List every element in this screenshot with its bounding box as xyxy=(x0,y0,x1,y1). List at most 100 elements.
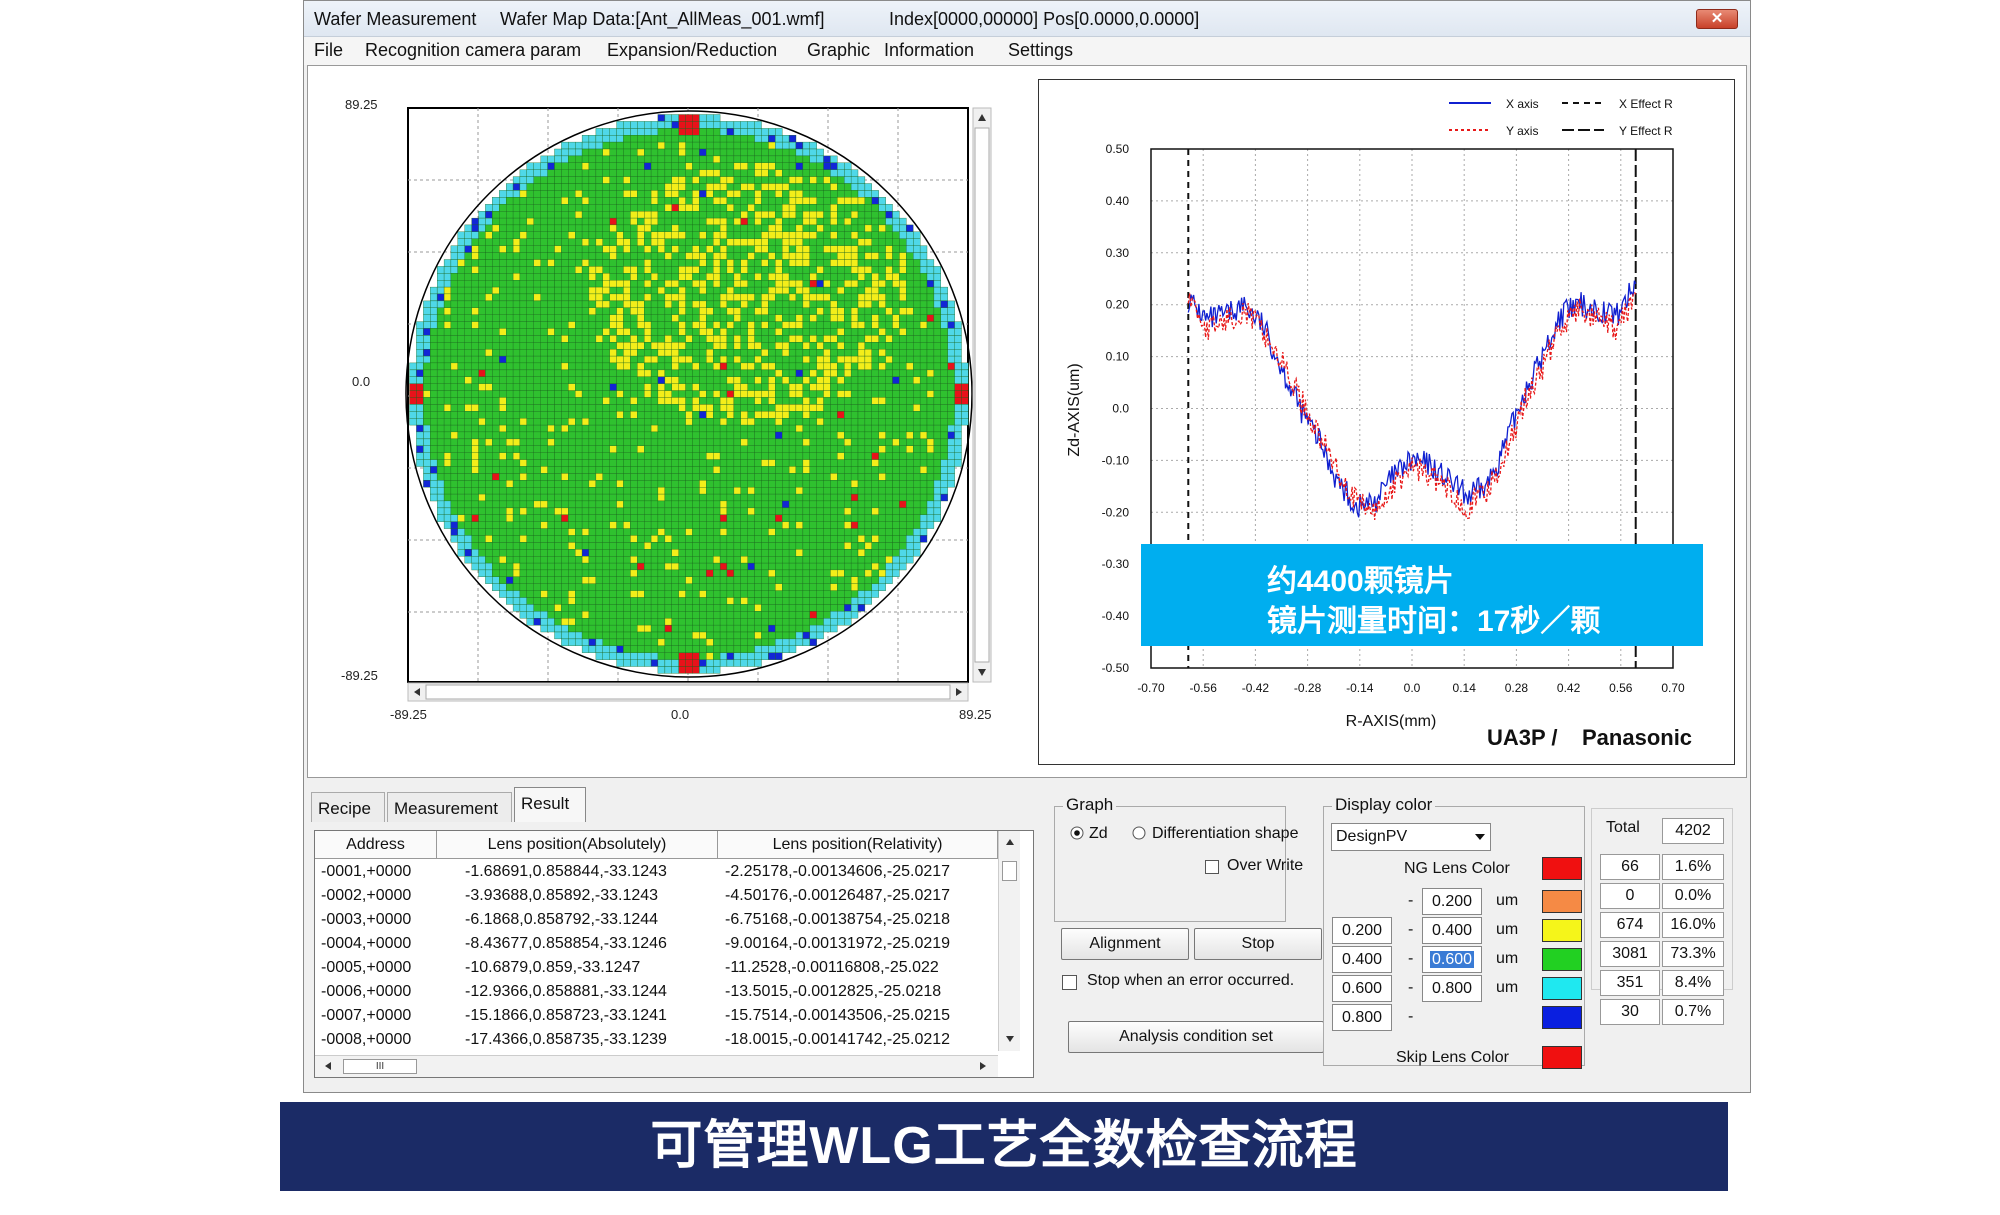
wafer-die-cell[interactable] xyxy=(857,604,866,612)
wafer-die-cell[interactable] xyxy=(899,431,907,439)
wafer-die-cell[interactable] xyxy=(554,266,562,274)
wafer-die-cell[interactable] xyxy=(588,466,596,474)
wafer-die-cell[interactable] xyxy=(768,197,776,205)
wafer-die-cell[interactable] xyxy=(637,217,645,226)
wafer-die-cell[interactable] xyxy=(609,611,617,619)
wafer-die-cell[interactable] xyxy=(740,217,748,226)
wafer-die-cell[interactable] xyxy=(609,217,617,226)
wafer-die-cell[interactable] xyxy=(899,562,907,571)
wafer-die-cell[interactable] xyxy=(850,542,859,550)
wafer-die-cell[interactable] xyxy=(706,300,714,308)
wafer-die-cell[interactable] xyxy=(782,307,790,315)
wafer-die-cell[interactable] xyxy=(719,424,728,433)
wafer-die-cell[interactable] xyxy=(512,176,521,184)
wafer-die-cell[interactable] xyxy=(657,355,665,364)
wafer-die-cell[interactable] xyxy=(871,487,879,495)
wafer-die-cell[interactable] xyxy=(823,556,831,564)
wafer-die-cell[interactable] xyxy=(588,342,596,350)
wafer-die-cell[interactable] xyxy=(913,452,921,460)
wafer-die-cell[interactable] xyxy=(657,335,665,343)
wafer-die-cell[interactable] xyxy=(706,231,714,239)
wafer-die-cell[interactable] xyxy=(740,293,748,301)
wafer-die-cell[interactable] xyxy=(816,245,824,253)
wafer-die-cell[interactable] xyxy=(492,493,500,502)
wafer-die-cell[interactable] xyxy=(602,273,610,281)
wafer-die-cell[interactable] xyxy=(761,493,769,502)
wafer-die-cell[interactable] xyxy=(630,397,638,405)
wafer-die-cell[interactable] xyxy=(450,286,458,295)
wafer-die-cell[interactable] xyxy=(754,576,762,584)
wafer-die-cell[interactable] xyxy=(581,431,590,439)
wafer-die-cell[interactable] xyxy=(616,528,624,536)
wafer-die-cell[interactable] xyxy=(857,328,866,336)
wafer-die-cell[interactable] xyxy=(809,514,817,522)
wafer-die-cell[interactable] xyxy=(782,583,790,591)
wafer-die-cell[interactable] xyxy=(637,438,645,446)
wafer-die-cell[interactable] xyxy=(588,528,596,536)
wafer-die-cell[interactable] xyxy=(478,217,486,226)
wafer-die-cell[interactable] xyxy=(926,514,935,522)
wafer-die-cell[interactable] xyxy=(602,569,610,577)
wafer-die-cell[interactable] xyxy=(595,190,603,198)
wafer-die-cell[interactable] xyxy=(740,224,748,232)
wafer-die-cell[interactable] xyxy=(492,487,500,495)
wafer-die-cell[interactable] xyxy=(913,459,921,467)
wafer-die-cell[interactable] xyxy=(768,376,776,384)
wafer-die-cell[interactable] xyxy=(492,535,500,543)
wafer-die-cell[interactable] xyxy=(871,466,879,474)
wafer-die-cell[interactable] xyxy=(768,307,776,315)
wafer-die-cell[interactable] xyxy=(906,245,914,253)
wafer-die-cell[interactable] xyxy=(754,445,762,453)
wafer-die-cell[interactable] xyxy=(719,252,728,260)
wafer-die-cell[interactable] xyxy=(602,362,610,370)
wafer-die-cell[interactable] xyxy=(485,273,493,281)
wafer-die-cell[interactable] xyxy=(575,162,583,170)
wafer-die-cell[interactable] xyxy=(795,404,803,412)
wafer-die-cell[interactable] xyxy=(533,293,541,301)
wafer-die-cell[interactable] xyxy=(788,597,797,605)
wafer-die-cell[interactable] xyxy=(492,383,500,391)
wafer-die-cell[interactable] xyxy=(512,266,521,274)
wafer-die-cell[interactable] xyxy=(713,231,721,239)
wafer-die-cell[interactable] xyxy=(830,259,838,267)
wafer-die-cell[interactable] xyxy=(699,204,707,212)
wafer-die-cell[interactable] xyxy=(540,500,548,508)
wafer-die-cell[interactable] xyxy=(616,445,624,453)
wafer-die-cell[interactable] xyxy=(450,514,458,522)
wafer-die-cell[interactable] xyxy=(885,321,893,329)
wafer-die-cell[interactable] xyxy=(499,576,507,584)
wafer-die-cell[interactable] xyxy=(464,293,472,301)
wafer-die-cell[interactable] xyxy=(575,590,583,598)
wafer-die-cell[interactable] xyxy=(761,286,769,295)
wafer-die-cell[interactable] xyxy=(768,569,776,577)
wafer-die-cell[interactable] xyxy=(830,355,838,364)
wafer-die-cell[interactable] xyxy=(623,459,631,467)
wafer-die-cell[interactable] xyxy=(733,514,741,522)
wafer-die-cell[interactable] xyxy=(864,314,872,322)
wafer-die-cell[interactable] xyxy=(664,535,672,543)
wafer-die-cell[interactable] xyxy=(809,542,817,550)
wafer-die-cell[interactable] xyxy=(775,190,783,198)
wafer-die-cell[interactable] xyxy=(443,514,452,522)
wafer-die-cell[interactable] xyxy=(678,611,686,619)
wafer-die-cell[interactable] xyxy=(430,321,438,329)
wafer-die-cell[interactable] xyxy=(471,521,479,529)
wafer-die-cell[interactable] xyxy=(713,314,721,322)
wafer-die-cell[interactable] xyxy=(540,245,548,253)
wafer-die-cell[interactable] xyxy=(471,480,479,488)
wafer-die-cell[interactable] xyxy=(602,618,610,626)
wafer-die-cell[interactable] xyxy=(568,521,576,529)
wafer-die-cell[interactable] xyxy=(795,569,803,577)
wafer-die-cell[interactable] xyxy=(892,452,900,460)
wafer-die-cell[interactable] xyxy=(588,411,596,419)
wafer-die-cell[interactable] xyxy=(906,362,914,370)
wafer-die-cell[interactable] xyxy=(506,549,514,557)
wafer-die-cell[interactable] xyxy=(913,314,921,322)
wafer-die-cell[interactable] xyxy=(933,493,941,502)
wafer-die-cell[interactable] xyxy=(713,576,721,584)
wafer-die-cell[interactable] xyxy=(726,500,734,508)
wafer-die-cell[interactable] xyxy=(519,493,527,502)
wafer-die-cell[interactable] xyxy=(595,259,603,267)
wafer-die-cell[interactable] xyxy=(919,473,928,481)
wafer-die-cell[interactable] xyxy=(602,411,610,419)
